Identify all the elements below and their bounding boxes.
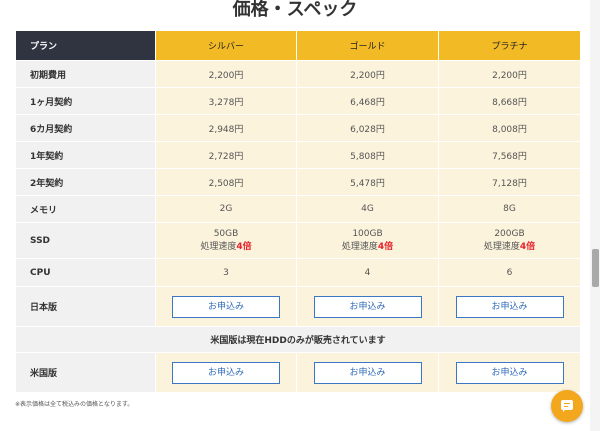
ssd-speed-label: 処理速度 [200,242,237,252]
table-row: SSD 50GB 処理速度4倍 100GB 処理速度4倍 200GB 処理速度4… [15,222,581,259]
chat-button[interactable] [551,390,583,422]
row-label-1year: 1年契約 [15,141,156,169]
header-plan-silver: シルバー [155,30,297,61]
apply-button-us-gold[interactable]: お申込み [313,361,422,384]
row-label-6month: 6カ月契約 [15,114,156,142]
cell-cpu-silver: 3 [155,258,297,287]
table-row: 1年契約 2,728円 5,808円 7,568円 [15,141,581,169]
ssd-speed: 処理速度4倍 [439,239,580,252]
header-plan-label: プラン [15,30,156,61]
cell-cpu-gold: 4 [296,258,439,287]
tax-footnote: ※表示価格は全て税込みの価格となります。 [15,401,134,408]
ssd-speed-value: 4倍 [519,242,536,252]
cell-ssd-gold: 100GB 処理速度4倍 [296,222,439,259]
ssd-capacity: 100GB [352,229,383,239]
table-row: メモリ 2G 4G 8G [15,195,581,223]
price-spec-table: プラン シルバー ゴールド プラチナ 初期費用 2,200円 2,200円 2,… [15,30,581,393]
row-label-us: 米国版 [15,352,156,393]
table-row: CPU 3 4 6 [15,258,581,287]
row-label-japan: 日本版 [15,286,156,327]
ssd-speed-label: 処理速度 [483,242,520,252]
row-label-cpu: CPU [15,258,156,287]
table-row: 6カ月契約 2,948円 6,028円 8,008円 [15,114,581,142]
cell-1year-platinum: 7,568円 [438,141,581,169]
ssd-capacity: 50GB [213,229,239,239]
header-plan-platinum: プラチナ [438,30,581,61]
cell-cpu-platinum: 6 [438,258,581,287]
apply-button-us-silver[interactable]: お申込み [172,361,280,384]
cell-6month-gold: 6,028円 [296,114,439,142]
cell-1month-silver: 3,278円 [155,87,297,115]
us-hdd-notice: 米国版は現在HDDのみが販売されています [15,326,581,353]
cell-memory-silver: 2G [155,195,297,223]
apply-button-japan-gold[interactable]: お申込み [313,295,422,318]
vertical-scrollbar[interactable] [590,0,600,431]
row-label-1month: 1ヶ月契約 [15,87,156,115]
table-row: 1ヶ月契約 3,278円 6,468円 8,668円 [15,87,581,115]
cell-japan-gold: お申込み [296,286,439,327]
ssd-speed-value: 4倍 [236,242,252,252]
row-label-2year: 2年契約 [15,168,156,196]
cell-initial-silver: 2,200円 [155,60,297,88]
cell-ssd-platinum: 200GB 処理速度4倍 [438,222,581,259]
ssd-speed-value: 4倍 [377,242,394,252]
ssd-speed-label: 処理速度 [341,242,378,252]
chat-bubble-tail [563,409,569,412]
table-header-row: プラン シルバー ゴールド プラチナ [15,30,581,61]
ssd-speed: 処理速度4倍 [297,239,438,252]
cell-memory-gold: 4G [296,195,439,223]
apply-button-us-platinum[interactable]: お申込み [455,361,564,384]
row-label-ssd: SSD [15,222,156,259]
cell-1month-platinum: 8,668円 [438,87,581,115]
cell-us-gold: お申込み [296,352,439,393]
table-row: 米国版は現在HDDのみが販売されています [15,326,581,353]
apply-button-japan-platinum[interactable]: お申込み [455,295,564,318]
cell-6month-platinum: 8,008円 [438,114,581,142]
cell-1year-silver: 2,728円 [155,141,297,169]
cell-memory-platinum: 8G [438,195,581,223]
row-label-initial-fee: 初期費用 [15,60,156,88]
table-row: 2年契約 2,508円 5,478円 7,128円 [15,168,581,196]
row-label-memory: メモリ [15,195,156,223]
cell-japan-silver: お申込み [155,286,297,327]
cell-6month-silver: 2,948円 [155,114,297,142]
table-row: 日本版 お申込み お申込み お申込み [15,286,581,327]
cell-2year-silver: 2,508円 [155,168,297,196]
ssd-speed: 処理速度4倍 [156,239,296,252]
scrollbar-thumb[interactable] [592,249,599,287]
apply-button-japan-silver[interactable]: お申込み [172,295,280,318]
cell-ssd-silver: 50GB 処理速度4倍 [155,222,297,259]
cell-japan-platinum: お申込み [438,286,581,327]
header-plan-gold: ゴールド [296,30,439,61]
cell-us-silver: お申込み [155,352,297,393]
cell-1month-gold: 6,468円 [296,87,439,115]
cell-us-platinum: お申込み [438,352,581,393]
ssd-capacity: 200GB [494,229,525,239]
cell-initial-platinum: 2,200円 [438,60,581,88]
page-title: 価格・スペック [232,0,358,20]
cell-2year-gold: 5,478円 [296,168,439,196]
table-row: 初期費用 2,200円 2,200円 2,200円 [15,60,581,88]
table-row: 米国版 お申込み お申込み お申込み [15,352,581,393]
cell-1year-gold: 5,808円 [296,141,439,169]
cell-initial-gold: 2,200円 [296,60,439,88]
cell-2year-platinum: 7,128円 [438,168,581,196]
